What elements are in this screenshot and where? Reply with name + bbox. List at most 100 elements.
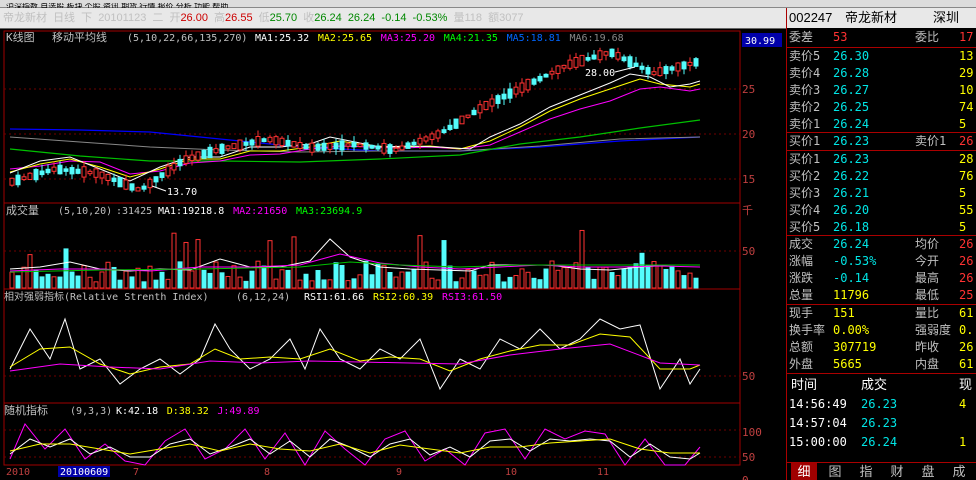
quote-tabs: 细图指财盘成 [787,463,976,480]
kdj-d-legend: D:38.32 [167,406,209,417]
ma4-legend: MA4:21.35 [444,33,498,44]
sell-level-price: 26.28 [833,66,870,80]
candle [687,61,693,66]
quote-panel: 002247 帝龙新材 深圳 委差 53 委比 17. 卖价526.3013卖价… [786,8,976,480]
candle [207,146,213,159]
candle [489,98,495,107]
candle [681,61,687,70]
stat-row: 成交 26.24 均价 26 [787,236,976,253]
volume-bar [159,271,165,289]
volume-bar [615,275,621,289]
ma5-legend: MA5:18.81 [507,33,561,44]
volume-bar [567,267,573,289]
volume-bar [249,270,255,289]
high-value: 26.55 [225,12,253,24]
candle [483,100,489,111]
candle [141,185,147,190]
quote-tab[interactable]: 细 [791,463,817,480]
quote-tab[interactable]: 成 [946,463,972,480]
volume-bar [447,265,453,289]
volume-bar [237,276,243,289]
rsi2-line [9,333,701,375]
stat-label: 总量 [789,288,814,302]
buy-level-price: 26.20 [833,203,870,217]
candle [627,56,633,68]
candle [543,73,549,78]
kline-params: (5,10,22,66,135,270) [127,33,247,44]
buy-level-volume: 76 [959,169,974,183]
kline-axis-25: 25 [742,83,755,96]
stat2-row: 现手 151 量比 61. [787,305,976,322]
rsi3-legend: RSI3:61.50 [442,292,502,303]
buy-level-row: 买价5 26.18 5 [787,219,976,236]
candle [363,142,369,150]
candle [573,57,579,68]
candle [201,149,207,159]
min-price-label: 13.70 [167,187,197,198]
ma2-line [9,78,701,178]
volume-bar [663,268,669,289]
quote-tab[interactable]: 盘 [915,463,941,480]
volume-bar [495,273,501,289]
candle [231,143,237,150]
quote-tab[interactable]: 指 [853,463,879,480]
candle [81,166,87,178]
max-price-label: 28.00 [585,68,615,79]
stat-value: 11796 [833,288,870,302]
buy-level-label: 买价2 [789,169,821,183]
quote-tab[interactable]: 财 [884,463,910,480]
tick-price: 26.23 [861,416,898,430]
stat2-value: 5665 [833,357,862,371]
volume-bar [585,266,591,289]
candle [579,54,585,67]
volume-bar [543,268,549,289]
buy-level-label: 买价3 [789,186,821,200]
volume-unit: 千 [742,204,753,217]
candle [567,59,573,69]
candle [453,118,459,129]
period-label[interactable]: 日线 [53,12,75,24]
kdj-params: (9,3,3) [70,406,112,417]
quote-tab[interactable]: 图 [822,463,848,480]
volume-bar [513,275,519,289]
kline-chart[interactable]: K线图 移动平均线 (5,10,22,66,135,270) MA1:25.32… [0,29,786,480]
candle [387,144,393,154]
sell-level-label: 卖价3 [789,83,821,97]
candle [405,142,411,149]
candle [195,151,201,161]
buy-level-volume: 5 [959,220,967,234]
candle [219,143,225,154]
menu-bar[interactable]: 沪深指数 自选股 板块 个股 资讯 期货 行情 报价 分析 功能 帮助 [0,0,976,10]
stat2-row: 换手率 0.00% 强弱度 0. [787,322,976,339]
volume-bar [531,277,537,289]
volume-bar [63,248,69,289]
kline-indicator-name[interactable]: 移动平均线 [52,30,107,44]
candle [189,154,195,162]
stat2-label: 外盘 [789,357,814,371]
stat2-label: 总额 [789,340,814,354]
candle [597,50,603,61]
market-label: 深圳 [933,10,960,25]
tick-time: 14:56:49 [789,397,847,411]
volume-bar [243,280,249,289]
candle [369,144,375,149]
volume-bar [39,276,45,289]
candle [171,163,177,171]
kline-axis-15: 15 [742,173,755,186]
buy1-price: 26.23 [833,134,870,148]
candle [657,67,663,77]
change-value: -0.14 [381,12,407,24]
weicha-value: 53 [833,30,848,44]
tick-price: 26.24 [861,435,898,449]
candle [105,173,111,181]
buy-level-volume: 55 [959,203,974,217]
volume-bar [153,279,159,289]
sell-level-label: 卖价2 [789,100,821,114]
stat-row: 涨幅 -0.53% 今开 26 [787,253,976,270]
candle [351,141,357,148]
candle [471,109,477,116]
candle [213,148,219,154]
buy-level-price: 26.18 [833,220,870,234]
ticks-deal-header: 成交 [861,377,888,392]
rsi-title: 相对强弱指标(Relative Strenth Index) [4,290,209,303]
